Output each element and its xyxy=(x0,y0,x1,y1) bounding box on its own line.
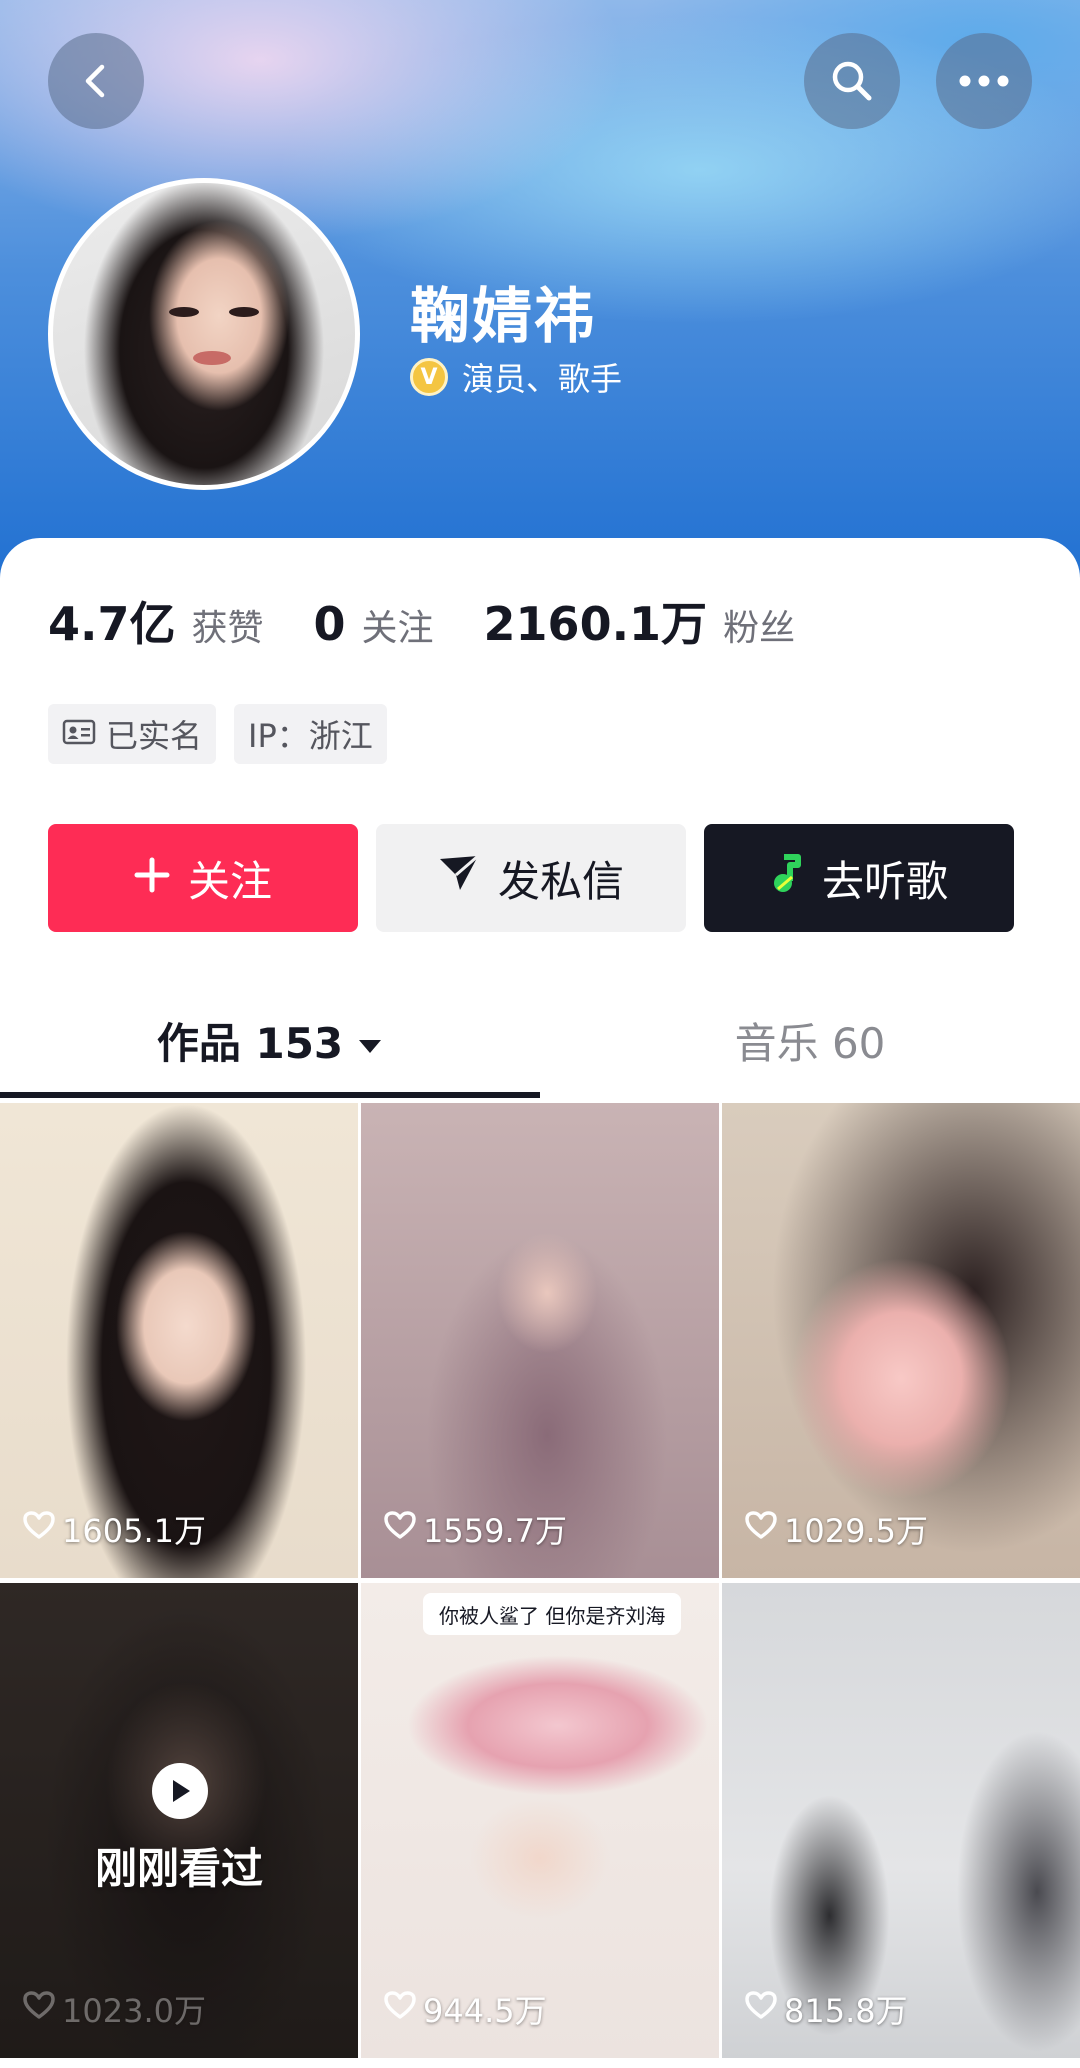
message-label: 发私信 xyxy=(497,856,624,906)
content-tabs: 作品 153 音乐 60 xyxy=(0,990,1080,1100)
video-likes-count: 1029.5万 xyxy=(784,1512,928,1550)
likes-stat: 4.7亿 获赞 xyxy=(48,588,264,654)
video-likes-count: 1023.0万 xyxy=(62,1992,206,2030)
video-tile-recently-watched[interactable]: 刚刚看过 1023.0万 xyxy=(0,1583,358,2058)
heart-icon xyxy=(383,1990,417,2028)
follow-label: 关注 xyxy=(187,856,272,906)
ip-location-tag: IP：浙江 xyxy=(234,704,387,764)
followers-stat[interactable]: 2160.1万 粉丝 xyxy=(484,588,796,654)
video-tile[interactable]: 1029.5万 xyxy=(722,1103,1080,1578)
video-likes-count: 815.8万 xyxy=(784,1992,908,2030)
stats-row: 4.7亿 获赞 0 关注 2160.1万 粉丝 xyxy=(48,588,845,654)
video-caption: 你被人鲨了 但你是齐刘海 xyxy=(423,1593,682,1635)
active-tab-indicator xyxy=(0,1092,540,1098)
video-likes-count: 944.5万 xyxy=(423,1992,547,2030)
listen-music-button[interactable]: 去听歌 xyxy=(704,824,1014,932)
video-likes: 944.5万 xyxy=(383,1986,547,2032)
verification-row: V 演员、歌手 xyxy=(410,354,622,400)
heart-icon xyxy=(22,1510,56,1548)
send-icon xyxy=(438,853,480,903)
video-likes: 1029.5万 xyxy=(744,1506,928,1552)
more-button[interactable] xyxy=(936,33,1032,129)
following-label: 关注 xyxy=(361,608,434,649)
back-button[interactable] xyxy=(48,33,144,129)
video-likes: 815.8万 xyxy=(744,1986,908,2032)
real-name-label: 已实名 xyxy=(106,717,203,755)
likes-label: 获赞 xyxy=(191,608,264,649)
tab-music[interactable]: 音乐 60 xyxy=(540,990,1080,1090)
likes-count: 4.7亿 xyxy=(48,597,176,651)
video-tile[interactable]: 你被人鲨了 但你是齐刘海 944.5万 xyxy=(361,1583,719,2058)
heart-icon xyxy=(383,1510,417,1548)
real-name-tag: 已实名 xyxy=(48,704,217,764)
profile-banner: 鞠婧祎 V 演员、歌手 xyxy=(0,0,1080,600)
heart-icon xyxy=(744,1510,778,1548)
followers-label: 粉丝 xyxy=(723,608,796,649)
video-likes: 1559.7万 xyxy=(383,1506,567,1552)
plus-icon xyxy=(134,854,170,903)
tab-works[interactable]: 作品 153 xyxy=(0,990,540,1090)
video-likes: 1023.0万 xyxy=(22,1986,206,2032)
follow-button[interactable]: 关注 xyxy=(48,824,358,932)
listen-label: 去听歌 xyxy=(821,856,948,906)
search-button[interactable] xyxy=(804,33,900,129)
action-buttons: 关注 发私信 去听歌 xyxy=(48,824,1014,932)
video-likes-count: 1559.7万 xyxy=(423,1512,567,1550)
video-tile[interactable]: 1559.7万 xyxy=(361,1103,719,1578)
heart-icon xyxy=(744,1990,778,2028)
recently-watched-label: 刚刚看过 xyxy=(94,1844,263,1893)
chevron-left-icon xyxy=(76,61,116,101)
video-likes: 1605.1万 xyxy=(22,1506,206,1552)
following-count: 0 xyxy=(313,597,346,651)
music-note-icon xyxy=(770,853,804,903)
info-tags: 已实名 IP：浙江 xyxy=(48,704,387,764)
verified-badge-icon: V xyxy=(410,358,448,396)
id-card-icon xyxy=(62,715,96,753)
search-icon xyxy=(828,57,876,105)
following-stat[interactable]: 0 关注 xyxy=(314,597,434,651)
avatar[interactable] xyxy=(48,178,360,490)
heart-icon xyxy=(22,1990,56,2028)
ip-location-label: IP：浙江 xyxy=(248,717,373,755)
video-likes-count: 1605.1万 xyxy=(62,1512,206,1550)
play-icon xyxy=(152,1763,208,1819)
video-tile[interactable]: 1605.1万 xyxy=(0,1103,358,1578)
caret-down-icon xyxy=(357,1016,383,1065)
followers-count: 2160.1万 xyxy=(483,597,708,651)
more-horizontal-icon xyxy=(958,74,1010,88)
tab-music-label: 音乐 60 xyxy=(734,1018,886,1068)
profile-name: 鞠婧祎 xyxy=(410,282,596,352)
profile-title: 演员、歌手 xyxy=(462,360,623,398)
video-tile[interactable]: 815.8万 xyxy=(722,1583,1080,2058)
tab-works-label: 作品 153 xyxy=(156,1018,344,1068)
message-button[interactable]: 发私信 xyxy=(376,824,686,932)
